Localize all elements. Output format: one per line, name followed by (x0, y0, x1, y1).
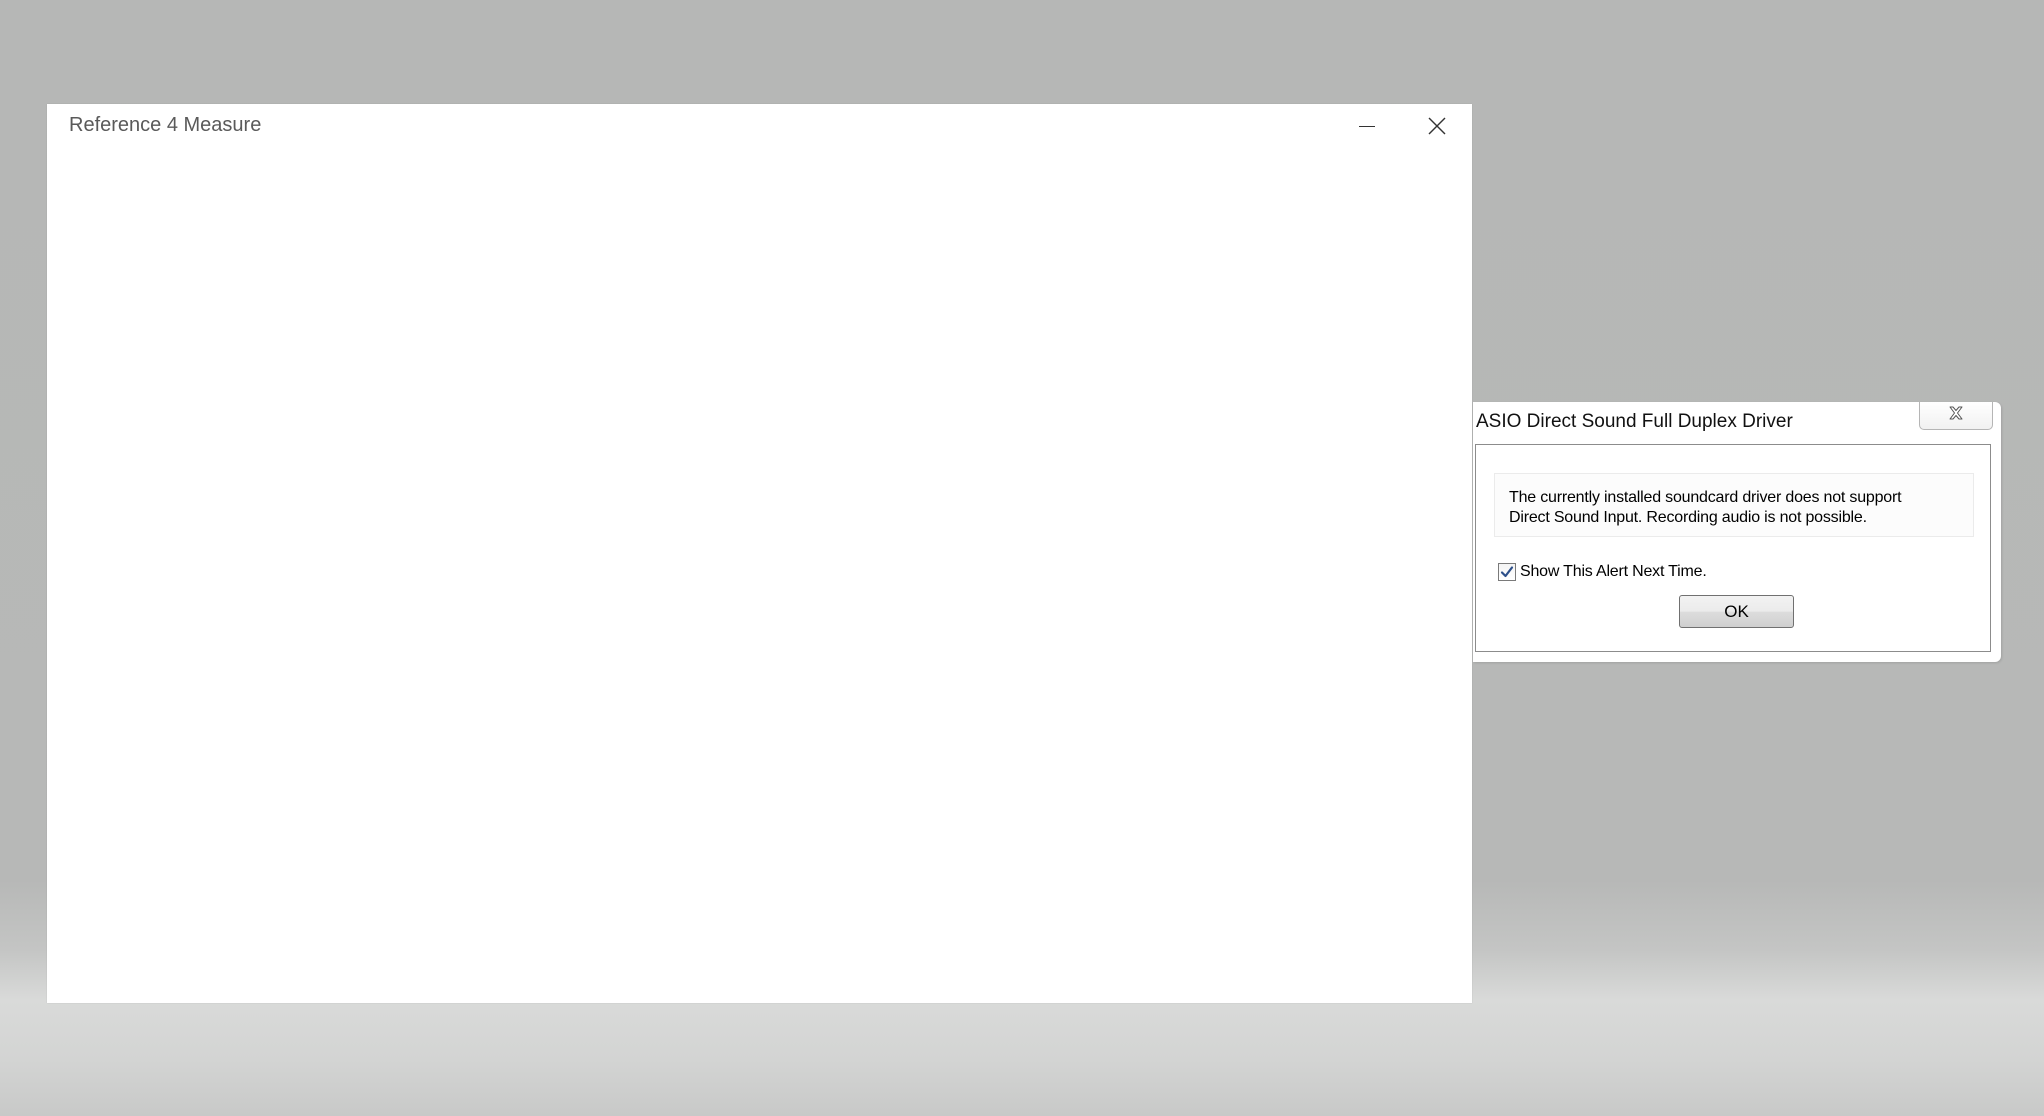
alert-message-line-1: The currently installed soundcard driver… (1509, 489, 1902, 506)
minimize-button[interactable] (1332, 104, 1402, 148)
checkmark-icon (1500, 566, 1514, 578)
alert-message-line-2: Direct Sound Input. Recording audio is n… (1509, 509, 1867, 526)
alert-dialog-close-button[interactable] (1919, 402, 1993, 430)
ok-button[interactable]: OK (1679, 595, 1794, 628)
alert-dialog-body: The currently installed soundcard driver… (1475, 444, 1991, 652)
alert-dialog-title: ASIO Direct Sound Full Duplex Driver (1476, 411, 1793, 432)
alert-dialog-titlebar[interactable]: ASIO Direct Sound Full Duplex Driver (1473, 402, 2001, 442)
alert-message-panel: The currently installed soundcard driver… (1494, 473, 1974, 537)
main-window-titlebar[interactable]: Reference 4 Measure (47, 104, 1472, 148)
close-icon (1428, 117, 1446, 135)
main-window: Reference 4 Measure (47, 104, 1472, 1003)
close-button[interactable] (1402, 104, 1472, 148)
main-window-content (47, 148, 1472, 1003)
alert-message: The currently installed soundcard driver… (1509, 488, 1964, 528)
main-window-title: Reference 4 Measure (69, 114, 262, 136)
alert-dialog: ASIO Direct Sound Full Duplex Driver The… (1473, 402, 2001, 662)
minimize-icon (1359, 125, 1375, 127)
close-icon (1948, 406, 1964, 425)
show-alert-checkbox-label: Show This Alert Next Time. (1520, 563, 1707, 580)
show-alert-checkbox[interactable] (1498, 563, 1516, 581)
show-alert-checkbox-row[interactable]: Show This Alert Next Time. (1498, 561, 1707, 583)
